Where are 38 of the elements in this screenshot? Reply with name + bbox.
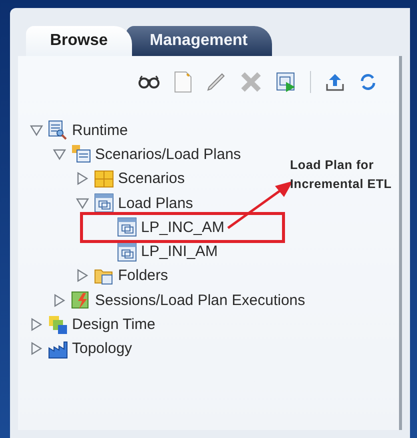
tree-item[interactable]: LP_INC_AM <box>141 218 224 236</box>
caret-icon[interactable] <box>76 196 88 210</box>
tree-item[interactable]: Scenarios/Load Plans <box>95 146 241 163</box>
caret-icon[interactable] <box>76 172 88 186</box>
annotation-text: Incremental ETL <box>290 176 392 193</box>
load-plan-icon <box>94 193 114 214</box>
tree-item[interactable]: Topology <box>72 340 132 358</box>
caret-icon[interactable] <box>52 148 66 161</box>
tree-item[interactable]: Runtime <box>72 122 128 139</box>
load-plan-icon <box>117 217 137 238</box>
run-icon[interactable] <box>276 72 296 92</box>
caret-icon[interactable] <box>30 318 42 332</box>
tree-item[interactable]: LP_INI_AM <box>141 243 218 260</box>
caret-icon[interactable] <box>30 124 42 137</box>
tab[interactable]: Management <box>126 26 272 56</box>
tab[interactable]: Browse <box>26 26 132 56</box>
factory-icon <box>48 338 68 359</box>
pencil-icon[interactable] <box>206 72 226 92</box>
delete-icon[interactable] <box>240 71 262 93</box>
glasses-icon[interactable] <box>138 75 160 89</box>
tree-item[interactable]: Load Plans <box>118 194 194 212</box>
design-icon <box>48 314 68 335</box>
load-plan-icon <box>117 242 137 262</box>
package-icon <box>71 144 91 164</box>
upload-icon[interactable] <box>325 72 345 92</box>
tree-item[interactable]: Folders <box>118 267 168 284</box>
tree-item[interactable]: Design Time <box>72 316 156 334</box>
tree-item[interactable]: Scenarios <box>118 170 185 188</box>
grid-icon <box>94 168 114 189</box>
caret-icon[interactable] <box>76 269 88 282</box>
new-document-icon[interactable] <box>174 71 192 93</box>
tree-item[interactable]: Sessions/Load Plan Executions <box>95 292 306 309</box>
runtime-icon <box>48 120 68 140</box>
refresh-icon[interactable] <box>359 73 377 91</box>
annotation-text: Load Plan for <box>290 157 375 174</box>
caret-icon[interactable] <box>30 342 42 356</box>
caret-icon[interactable] <box>52 294 66 307</box>
sessions-icon <box>71 290 91 310</box>
